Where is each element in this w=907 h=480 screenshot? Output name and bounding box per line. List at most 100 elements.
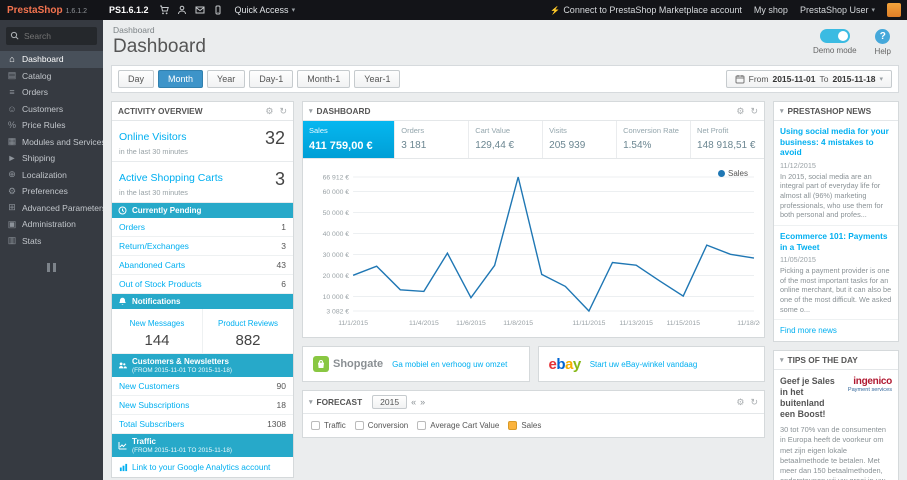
news-headline-link[interactable]: Using social media for your business: 4 … (780, 126, 892, 158)
chart-legend[interactable]: Sales (717, 169, 748, 178)
tips-panel-title: TIPS OF THE DAY (787, 355, 858, 366)
ebay-promo-link[interactable]: Start uw eBay-winkel vandaag (590, 360, 698, 369)
product-reviews-cell[interactable]: Product Reviews 882 (203, 309, 293, 353)
kpi-net-profit[interactable]: Net Profit 148 918,51 € (691, 121, 764, 158)
sidebar-item-stats[interactable]: ▥ Stats (0, 233, 103, 250)
sidebar-item-preferences[interactable]: ⚙ Preferences (0, 183, 103, 200)
active-carts-link[interactable]: Active Shopping Carts (119, 172, 223, 184)
gear-icon[interactable]: ⚙ (736, 397, 744, 407)
cart-icon[interactable] (159, 5, 169, 15)
forecast-year-select[interactable]: 2015 (372, 395, 408, 409)
module-banners: Shopgate Ga mobiel en verhoog uw omzet e… (302, 346, 765, 382)
sidebar-item-dashboard[interactable]: ⌂ Dashboard (0, 51, 103, 68)
forecast-next-button[interactable]: » (420, 397, 425, 407)
shopgate-module-banner[interactable]: Shopgate Ga mobiel en verhoog uw omzet (302, 346, 530, 382)
news-date: 11/05/2015 (780, 255, 816, 265)
currently-pending-title: Currently Pending (132, 206, 202, 215)
product-reviews-link[interactable]: Product Reviews (218, 319, 278, 328)
gear-icon[interactable]: ⚙ (736, 106, 744, 116)
kpi-visits[interactable]: Visits 205 939 (543, 121, 618, 158)
shop-name[interactable]: PS1.6.1.2 (109, 5, 149, 15)
prestashop-logo[interactable]: PrestaShop 1.6.1.2 (0, 5, 103, 16)
new-customers-link[interactable]: New Customers (119, 381, 179, 391)
sidebar-item-catalog[interactable]: ▤ Catalog (0, 68, 103, 85)
forecast-legend-sales[interactable]: Sales (508, 421, 541, 430)
refresh-icon[interactable]: ↻ (750, 106, 758, 116)
customer-icon[interactable] (177, 5, 187, 15)
brand-name: PrestaShop (7, 4, 63, 16)
mobile-icon[interactable] (213, 5, 223, 15)
refresh-icon[interactable]: ↻ (279, 106, 287, 116)
kpi-value: 205 939 (549, 140, 586, 151)
marketplace-connect-label: Connect to PrestaShop Marketplace accoun… (563, 5, 742, 15)
find-more-news-link[interactable]: Find more news (774, 320, 898, 341)
abandoned-carts-link[interactable]: Abandoned Carts (119, 260, 185, 270)
customers-newsletters-range: (FROM 2015-11-01 TO 2015-11-18) (132, 367, 232, 374)
date-range-button[interactable]: From 2015-11-01 To 2015-11-18 ▾ (725, 70, 892, 88)
traffic-chart-icon (118, 442, 127, 450)
sidebar-item-shipping[interactable]: ► Shipping (0, 150, 103, 167)
kpi-cart-value[interactable]: Cart Value 129,44 € (469, 121, 544, 158)
news-panel-title: PRESTASHOP NEWS (787, 106, 872, 116)
period-button-day-1[interactable]: Day-1 (249, 70, 294, 88)
user-menu[interactable]: PrestaShop User ▾ (800, 5, 875, 15)
my-shop-link[interactable]: My shop (754, 5, 788, 15)
tips-body-text: 30 tot 70% van de consumenten in Europa … (780, 425, 887, 480)
customers-icon: ☺ (7, 103, 17, 114)
svg-text:11/8/2015: 11/8/2015 (503, 320, 533, 327)
pending-returns-link[interactable]: Return/Exchanges (119, 241, 189, 251)
messages-icon[interactable] (195, 5, 205, 15)
kpi-conversion-rate[interactable]: Conversion Rate 1.54% (617, 121, 692, 158)
demo-mode-toggle[interactable] (819, 29, 850, 43)
out-of-stock-link[interactable]: Out of Stock Products (119, 279, 202, 289)
kpi-label: Net Profit (697, 126, 729, 135)
quick-access-menu[interactable]: Quick Access ▾ (235, 5, 296, 15)
people-icon (118, 362, 127, 369)
period-button-month-1[interactable]: Month-1 (297, 70, 351, 88)
period-button-day[interactable]: Day (118, 70, 155, 88)
sidebar-item-administration[interactable]: ▣ Administration (0, 216, 103, 233)
sidebar-item-label: Administration (22, 219, 76, 230)
sidebar-item-advanced-parameters[interactable]: ⊞ Advanced Parameters (0, 200, 103, 217)
kpi-orders[interactable]: Orders 3 181 (395, 121, 470, 158)
pending-orders-link[interactable]: Orders (119, 222, 145, 232)
gear-icon[interactable]: ⚙ (265, 106, 273, 116)
sidebar-item-modules[interactable]: ▦ Modules and Services (0, 134, 103, 151)
sidebar-collapse-toggle[interactable] (44, 263, 60, 272)
sidebar-item-price-rules[interactable]: % Price Rules (0, 117, 103, 134)
news-headline-link[interactable]: Ecommerce 101: Payments in a Tweet (780, 231, 892, 252)
forecast-legend-traffic[interactable]: Traffic (311, 421, 346, 430)
total-subscribers-value: 1308 (267, 419, 286, 429)
sidebar-item-orders[interactable]: ≡ Orders (0, 84, 103, 101)
svg-text:40 000 €: 40 000 € (323, 231, 350, 238)
period-button-year-1[interactable]: Year-1 (354, 70, 401, 88)
sidebar-item-customers[interactable]: ☺ Customers (0, 101, 103, 118)
total-subscribers-link[interactable]: Total Subscribers (119, 419, 184, 429)
user-avatar[interactable] (887, 3, 901, 17)
new-messages-cell[interactable]: New Messages 144 (112, 309, 203, 353)
forecast-prev-button[interactable]: « (411, 397, 416, 407)
new-subscriptions-row: New Subscriptions 18 (112, 396, 293, 415)
checkbox-icon (311, 421, 320, 430)
svg-text:50 000 €: 50 000 € (323, 210, 350, 217)
new-subscriptions-link[interactable]: New Subscriptions (119, 400, 189, 410)
forecast-legend-average-cart-value[interactable]: Average Cart Value (417, 421, 499, 430)
new-messages-link[interactable]: New Messages (130, 319, 185, 328)
sidebar-item-label: Modules and Services (22, 136, 103, 147)
sidebar-item-localization[interactable]: ⊕ Localization (0, 167, 103, 184)
online-visitors-sub: in the last 30 minutes (119, 147, 188, 156)
period-button-year[interactable]: Year (207, 70, 246, 88)
shopgate-icon (313, 356, 329, 372)
notifications-grid: New Messages 144 Product Reviews 882 (112, 309, 293, 354)
shopgate-promo-link[interactable]: Ga mobiel en verhoog uw omzet (392, 360, 507, 369)
forecast-legend-conversion[interactable]: Conversion (354, 421, 408, 430)
period-button-month[interactable]: Month (158, 70, 204, 88)
online-visitors-link[interactable]: Online Visitors (119, 131, 187, 143)
kpi-sales[interactable]: Sales 411 759,00 € (303, 121, 396, 158)
ebay-module-banner[interactable]: ebay Start uw eBay-winkel vandaag (537, 346, 765, 382)
refresh-icon[interactable]: ↻ (750, 397, 758, 407)
google-analytics-link[interactable]: Link to your Google Analytics account (119, 462, 286, 472)
help-button[interactable]: ? (875, 29, 891, 44)
caret-down-icon: ▾ (871, 7, 875, 14)
marketplace-connect-link[interactable]: ⚡ Connect to PrestaShop Marketplace acco… (550, 5, 742, 15)
